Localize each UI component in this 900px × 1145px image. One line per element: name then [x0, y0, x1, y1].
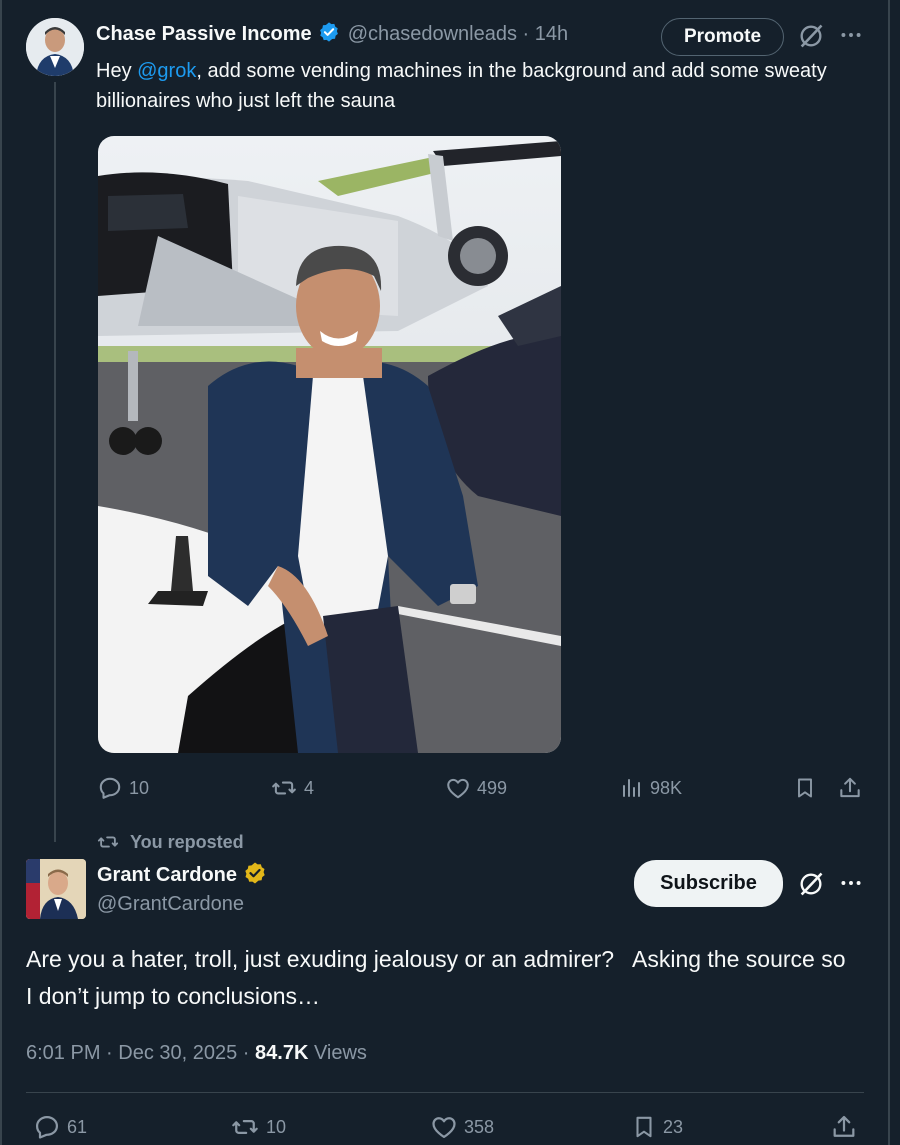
- main-bookmark-button[interactable]: 23: [631, 1113, 683, 1141]
- reply-bookmark-button[interactable]: [793, 775, 817, 801]
- main-repost-count: 10: [266, 1116, 287, 1137]
- main-views-count: 84.7K: [255, 1041, 309, 1064]
- main-author-name[interactable]: Grant Cardone: [97, 864, 237, 887]
- main-share-button[interactable]: [830, 1113, 858, 1141]
- thread-line: [54, 82, 56, 842]
- reply-views-count: 98K: [650, 777, 683, 798]
- more-icon[interactable]: [838, 870, 864, 896]
- main-views-label: Views: [308, 1041, 367, 1064]
- grok-icon[interactable]: [797, 22, 825, 50]
- reply-reply-button[interactable]: 10: [97, 775, 149, 801]
- main-handle-row: @GrantCardone: [97, 891, 244, 917]
- subscribe-label: Subscribe: [660, 872, 757, 894]
- reply-icon: [97, 775, 123, 801]
- reply-reply-count: 10: [129, 777, 150, 798]
- reply-like-count: 499: [477, 777, 508, 798]
- verified-badge-icon: [243, 861, 267, 890]
- main-reply-button[interactable]: 61: [33, 1113, 87, 1141]
- main-like-button[interactable]: 358: [430, 1113, 494, 1141]
- reply-icon: [33, 1113, 61, 1141]
- main-timestamp[interactable]: 6:01 PM · Dec 30, 2025 ·: [26, 1042, 255, 1065]
- reply-text: Hey @grok, add some vending machines in …: [96, 56, 866, 116]
- main-author-row: Grant Cardone: [97, 861, 267, 889]
- mention-grok-link[interactable]: @grok: [137, 60, 196, 82]
- bookmark-icon: [631, 1113, 657, 1141]
- main-actions: 61 10 358 23: [0, 1112, 900, 1142]
- main-like-count: 358: [464, 1116, 495, 1137]
- verified-badge-icon: [318, 21, 340, 48]
- main-tweet-text: Are you a hater, troll, just exuding jea…: [26, 946, 852, 1009]
- repost-icon: [230, 1113, 260, 1141]
- main-repost-button[interactable]: 10: [230, 1113, 286, 1141]
- repost-indicator-icon: [96, 831, 120, 853]
- right-border: [888, 0, 890, 1145]
- reply-time-sep: ·: [516, 22, 535, 45]
- main-divider: [26, 1092, 864, 1093]
- reply-repost-button[interactable]: 4: [270, 775, 314, 801]
- reply-share-button[interactable]: [837, 775, 863, 801]
- reply-actions: 10 4 499 98K: [0, 773, 900, 803]
- promote-button[interactable]: Promote: [661, 18, 784, 56]
- share-icon: [830, 1113, 858, 1141]
- tweet-photo[interactable]: [98, 136, 561, 753]
- reply-like-button[interactable]: 499: [445, 775, 507, 801]
- promote-label: Promote: [683, 26, 762, 47]
- repost-indicator-text[interactable]: You reposted: [130, 832, 244, 853]
- like-icon: [445, 775, 471, 801]
- subscribe-button[interactable]: Subscribe: [634, 860, 783, 907]
- reply-text-prefix: Hey: [96, 60, 138, 82]
- reply-header: Chase Passive Income @chasedownleads · 1…: [96, 20, 568, 48]
- reply-views-button[interactable]: 98K: [620, 776, 682, 800]
- more-icon[interactable]: [838, 22, 864, 48]
- main-handle[interactable]: @GrantCardone: [97, 893, 244, 916]
- views-icon: [620, 776, 644, 800]
- repost-indicator: You reposted: [96, 830, 244, 854]
- bookmark-icon: [793, 775, 817, 801]
- like-icon: [430, 1113, 458, 1141]
- reply-author-name[interactable]: Chase Passive Income: [96, 23, 312, 46]
- main-timestamp-row: 6:01 PM · Dec 30, 2025 · 84.7K Views: [26, 1039, 367, 1067]
- left-border: [0, 0, 2, 1145]
- chase-avatar[interactable]: [26, 18, 84, 76]
- reply-repost-count: 4: [304, 777, 315, 798]
- share-icon: [837, 775, 863, 801]
- reply-text-suffix: , add some vending machines in the backg…: [96, 60, 827, 112]
- grok-icon[interactable]: [797, 870, 825, 898]
- reply-time[interactable]: 14h: [535, 23, 568, 46]
- main-reply-count: 61: [67, 1116, 88, 1137]
- main-bookmark-count: 23: [663, 1116, 684, 1137]
- reply-handle[interactable]: @chasedownleads: [348, 23, 517, 46]
- repost-icon: [270, 775, 298, 801]
- grant-avatar[interactable]: [26, 859, 86, 919]
